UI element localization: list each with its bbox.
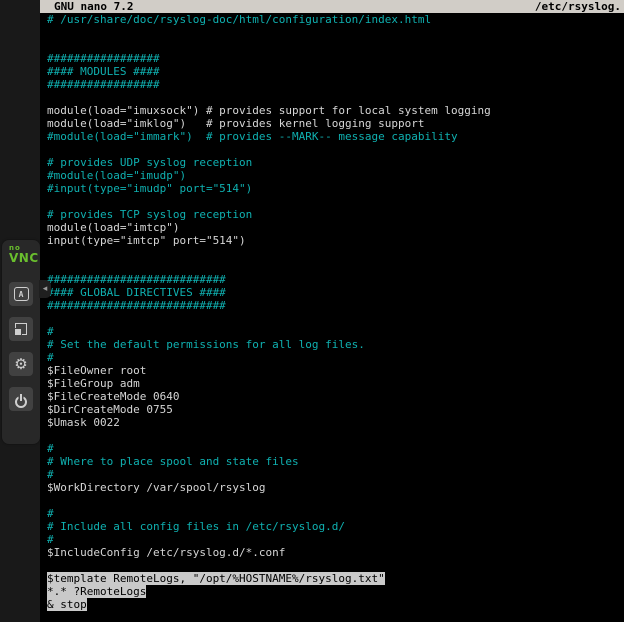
editor-line: & stop [47, 598, 624, 611]
editor-line: #module(load="immark") # provides --MARK… [47, 130, 624, 143]
novnc-logo-text-bottom: VNC [9, 252, 40, 264]
settings-button[interactable]: ⚙ [9, 352, 33, 376]
selected-text: *.* ?RemoteLogs [47, 585, 146, 598]
editor-line: $Umask 0022 [47, 416, 624, 429]
fullscreen-button[interactable] [9, 317, 33, 341]
editor-line [47, 91, 624, 104]
power-icon-bar [20, 394, 22, 401]
terminal-screen[interactable]: GNU nano 7.2 /etc/rsyslog. # /usr/share/… [40, 0, 624, 622]
editor-line: #input(type="imudp" port="514") [47, 182, 624, 195]
keyboard-button[interactable]: A [9, 282, 33, 306]
gear-icon: ⚙ [9, 352, 33, 376]
editor-line: $FileGroup adm [47, 377, 624, 390]
editor-line: input(type="imtcp" port="514") [47, 234, 624, 247]
editor-line: $IncludeConfig /etc/rsyslog.d/*.conf [47, 546, 624, 559]
novnc-logo[interactable]: no VNC [2, 240, 40, 264]
editor-line [47, 260, 624, 273]
editor-line: # [47, 507, 624, 520]
editor-line: ################# [47, 78, 624, 91]
nano-version: GNU nano 7.2 [54, 0, 133, 13]
editor-line: # [47, 442, 624, 455]
editor-line: module(load="imuxsock") # provides suppo… [47, 104, 624, 117]
fullscreen-icon-inner [14, 328, 22, 336]
selected-text: & stop [47, 598, 87, 611]
editor-line: $FileOwner root [47, 364, 624, 377]
nano-titlebar: GNU nano 7.2 /etc/rsyslog. [40, 0, 624, 13]
editor-line: module(load="imklog") # provides kernel … [47, 117, 624, 130]
editor-line: ########################### [47, 273, 624, 286]
collapse-arrow-icon: ◂ [43, 284, 48, 294]
editor-line [47, 39, 624, 52]
editor-line [47, 429, 624, 442]
editor-line: # provides TCP syslog reception [47, 208, 624, 221]
editor-line [47, 559, 624, 572]
power-icon [15, 396, 27, 408]
editor-line: # /usr/share/doc/rsyslog-doc/html/config… [47, 13, 624, 26]
fullscreen-icon [15, 323, 27, 335]
editor-line: #### GLOBAL DIRECTIVES #### [47, 286, 624, 299]
vnc-viewport: GNU nano 7.2 /etc/rsyslog. # /usr/share/… [0, 0, 624, 622]
editor-line: module(load="imtcp") [47, 221, 624, 234]
editor-line: #### MODULES #### [47, 65, 624, 78]
editor-line: #module(load="imudp") [47, 169, 624, 182]
editor-line [47, 143, 624, 156]
power-button[interactable] [9, 387, 33, 411]
editor-line: # Where to place spool and state files [47, 455, 624, 468]
editor-line: ################# [47, 52, 624, 65]
editor-line [47, 195, 624, 208]
editor-line: # [47, 468, 624, 481]
editor-line: $DirCreateMode 0755 [47, 403, 624, 416]
editor-line: $FileCreateMode 0640 [47, 390, 624, 403]
editor-line: # Include all config files in /etc/rsysl… [47, 520, 624, 533]
editor-line: # Set the default permissions for all lo… [47, 338, 624, 351]
editor-line: $template RemoteLogs, "/opt/%HOSTNAME%/r… [47, 572, 624, 585]
nano-filename: /etc/rsyslog. [535, 0, 621, 13]
editor-line [47, 312, 624, 325]
editor-line: *.* ?RemoteLogs [47, 585, 624, 598]
editor-line: # provides UDP syslog reception [47, 156, 624, 169]
editor-line [47, 494, 624, 507]
selected-text: $template RemoteLogs, "/opt/%HOSTNAME%/r… [47, 572, 385, 585]
editor-line: # [47, 325, 624, 338]
editor-line: $WorkDirectory /var/spool/rsyslog [47, 481, 624, 494]
editor-line [47, 247, 624, 260]
editor-lines: # /usr/share/doc/rsyslog-doc/html/config… [40, 13, 624, 611]
keyboard-icon: A [14, 287, 29, 301]
editor-line: ########################### [47, 299, 624, 312]
editor-line: # [47, 351, 624, 364]
novnc-control-bar: no VNC A ⚙ [2, 240, 40, 444]
control-bar-handle[interactable]: ◂ [39, 280, 51, 298]
editor-line: # [47, 533, 624, 546]
editor-line [47, 26, 624, 39]
